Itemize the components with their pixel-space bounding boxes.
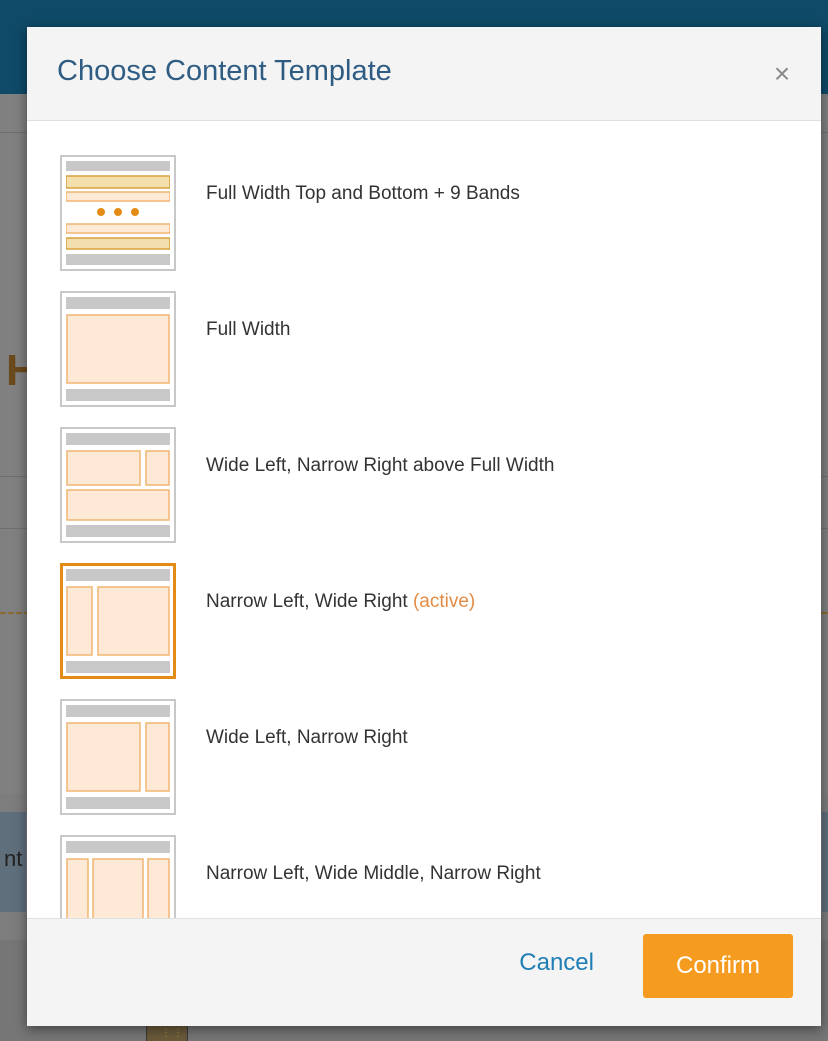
template-thumbnail <box>60 291 176 407</box>
full-width-layout-icon <box>66 297 170 401</box>
template-option-full-width[interactable]: Full Width <box>60 291 821 427</box>
background-dashed-line <box>0 612 30 614</box>
template-label: Full Width <box>206 319 291 340</box>
background-tab-label: nt <box>4 846 23 871</box>
wide-left-narrow-right-layout-icon <box>66 705 170 809</box>
template-label: Wide Left, Narrow Right <box>206 727 408 748</box>
bands-layout-icon <box>66 161 170 265</box>
template-thumbnail <box>60 835 176 918</box>
cancel-button[interactable]: Cancel <box>519 949 594 977</box>
narrow-wide-narrow-layout-icon <box>66 841 170 918</box>
dialog-title: Choose Content Template <box>57 55 392 87</box>
template-thumbnail <box>60 155 176 271</box>
template-list: Full Width Top and Bottom + 9 Bands Full… <box>27 121 821 918</box>
template-thumbnail <box>60 427 176 543</box>
template-thumbnail <box>60 699 176 815</box>
template-label: Wide Left, Narrow Right above Full Width <box>206 455 555 476</box>
template-label: Narrow Left, Wide Right (active) <box>206 591 476 612</box>
narrow-left-wide-right-layout-icon <box>66 569 170 673</box>
template-option-narrow-wide-narrow[interactable]: Narrow Left, Wide Middle, Narrow Right <box>60 835 821 918</box>
template-thumbnail-active <box>60 563 176 679</box>
template-label: Full Width Top and Bottom + 9 Bands <box>206 183 520 204</box>
template-option-bands[interactable]: Full Width Top and Bottom + 9 Bands <box>60 155 821 291</box>
background-drag-handle: ⋮⋮ <box>146 1024 188 1041</box>
template-option-wide-left-narrow-right-above-full-width[interactable]: Wide Left, Narrow Right above Full Width <box>60 427 821 563</box>
template-label: Narrow Left, Wide Middle, Narrow Right <box>206 863 541 884</box>
confirm-button[interactable]: Confirm <box>643 934 793 998</box>
wide-left-narrow-right-above-full-layout-icon <box>66 433 170 537</box>
close-icon[interactable]: × <box>767 59 797 89</box>
template-option-wide-left-narrow-right[interactable]: Wide Left, Narrow Right <box>60 699 821 835</box>
dialog-header: Choose Content Template × <box>27 27 821 121</box>
active-tag: (active) <box>412 591 476 612</box>
background-tab <box>822 812 828 912</box>
dialog-body: Full Width Top and Bottom + 9 Bands Full… <box>27 121 821 918</box>
dialog-footer: Cancel Confirm <box>27 918 821 1026</box>
template-option-narrow-left-wide-right[interactable]: Narrow Left, Wide Right (active) <box>60 563 821 699</box>
choose-template-dialog: Choose Content Template × Full Width Top… <box>27 27 821 1026</box>
